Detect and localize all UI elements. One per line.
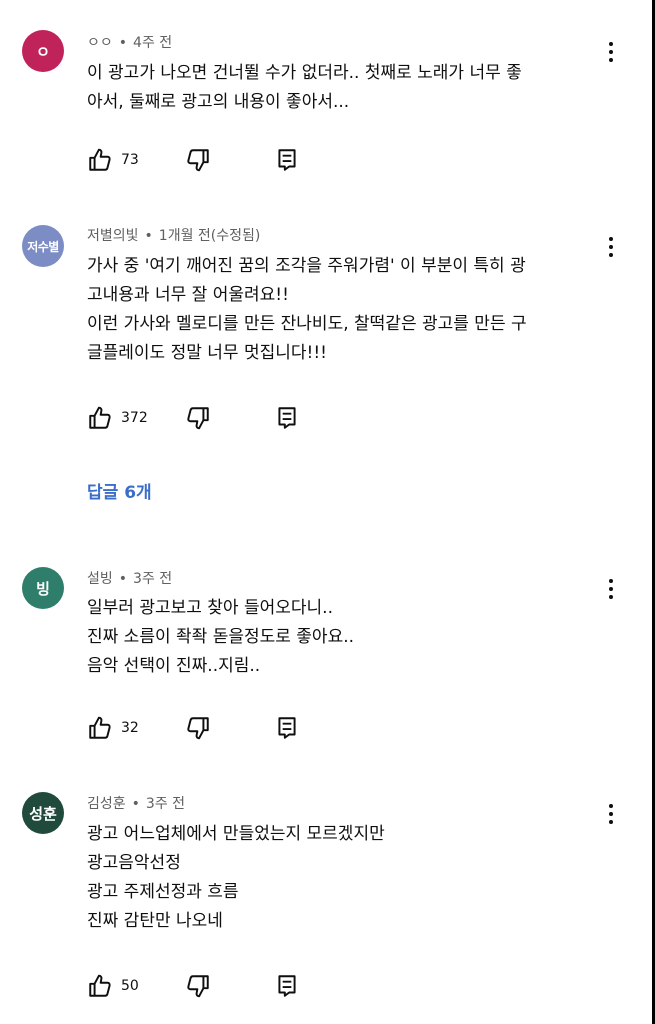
- comment-line: 일부러 광고보고 찾아 들어오다니..: [87, 598, 333, 618]
- thumb-down-icon: [187, 149, 209, 172]
- author-name[interactable]: 김성훈: [87, 796, 126, 812]
- comment-line: 가사 중 '여기 깨어진 꿈의 조각을 주워가렴' 이 부분이 특히 광: [87, 256, 526, 276]
- reply-comment-icon: [278, 975, 296, 997]
- dislike-button[interactable]: [185, 405, 211, 431]
- comment-item: 성훈 김성훈 • 3주 전 광고 어느업체에서 만들었는지 모르겠지만 광고음악선정…: [0, 792, 652, 1002]
- comment-time: 4주 전: [133, 35, 173, 51]
- like-button[interactable]: 372: [87, 405, 148, 431]
- comment-line: 이런 가사와 멜로디를 만든 잔나비도, 찰떡같은 광고를 만든 구: [87, 314, 527, 334]
- thumb-up-icon: [89, 406, 111, 429]
- comment-item: 저수별 저별의빛 • 1개월 전(수정됨) 가사 중 '여기 깨어진 꿈의 조각을 …: [0, 225, 652, 505]
- reply-comment-icon: [278, 149, 296, 171]
- like-count: 50: [121, 978, 139, 994]
- replies-toggle[interactable]: 답글 6개: [87, 478, 152, 503]
- comment-time: 1개월 전(수정됨): [158, 228, 261, 244]
- avatar[interactable]: ㅇ: [22, 30, 64, 72]
- reply-comment-icon: [278, 407, 296, 429]
- comment-actions: 50: [87, 973, 317, 999]
- comment-meta: ㅇㅇ • 4주 전: [87, 34, 172, 52]
- comment-text: 일부러 광고보고 찾아 들어오다니.. 진짜 소름이 좍좍 돋을정도로 좋아요.…: [87, 594, 607, 681]
- like-count: 73: [121, 152, 139, 168]
- comment-line: 글플레이도 정말 너무 멋집니다!!!: [87, 343, 327, 363]
- reply-comment-icon: [278, 717, 296, 739]
- comment-line: 음악 선택이 진짜..지림..: [87, 656, 261, 676]
- like-count: 372: [121, 410, 148, 426]
- dislike-button[interactable]: [185, 973, 211, 999]
- comment-actions: 32: [87, 715, 317, 741]
- comment-line: 광고 주제선정과 흐름: [87, 882, 239, 902]
- avatar[interactable]: 성훈: [22, 792, 64, 834]
- reply-button[interactable]: [276, 715, 298, 741]
- comment-meta: 설빙 • 3주 전: [87, 570, 172, 588]
- thumb-down-icon: [187, 407, 209, 430]
- meta-separator: •: [118, 35, 128, 51]
- comment-actions: 73: [87, 147, 317, 173]
- thumb-down-icon: [187, 975, 209, 998]
- comment-line: 이 광고가 나오면 건너뛸 수가 없더라.. 첫째로 노래가 너무 좋: [87, 63, 522, 83]
- reply-button[interactable]: [276, 147, 298, 173]
- reply-button[interactable]: [276, 405, 298, 431]
- thumb-up-icon: [89, 974, 111, 997]
- meta-separator: •: [144, 228, 153, 244]
- author-name[interactable]: 설빙: [87, 571, 113, 587]
- comment-time: 3주 전: [133, 571, 173, 587]
- meta-separator: •: [118, 571, 128, 587]
- comment-text: 가사 중 '여기 깨어진 꿈의 조각을 주워가렴' 이 부분이 특히 광 고내용…: [87, 252, 607, 368]
- reply-button[interactable]: [276, 973, 298, 999]
- comment-line: 아서, 둘째로 광고의 내용이 좋아서...: [87, 92, 350, 112]
- comment-item: 빙 설빙 • 3주 전 일부러 광고보고 찾아 들어오다니.. 진짜 소름이 좍좍 …: [0, 567, 652, 747]
- comment-line: 광고음악선정: [87, 853, 181, 873]
- comment-line: 진짜 소름이 좍좍 돋을정도로 좋아요..: [87, 627, 355, 647]
- author-name[interactable]: ㅇㅇ: [87, 35, 113, 51]
- comment-item: ㅇ ㅇㅇ • 4주 전 이 광고가 나오면 건너뛸 수가 없더라.. 첫째로 노래가…: [0, 30, 652, 180]
- like-button[interactable]: 50: [87, 973, 139, 999]
- comment-actions: 372: [87, 405, 317, 431]
- like-button[interactable]: 73: [87, 147, 139, 173]
- comment-line: 고내용과 너무 잘 어울려요!!: [87, 285, 289, 305]
- comment-text: 이 광고가 나오면 건너뛸 수가 없더라.. 첫째로 노래가 너무 좋 아서, …: [87, 59, 607, 117]
- comment-meta: 김성훈 • 3주 전: [87, 795, 185, 813]
- author-name[interactable]: 저별의빛: [87, 228, 139, 244]
- avatar[interactable]: 저수별: [22, 225, 64, 267]
- dislike-button[interactable]: [185, 715, 211, 741]
- comment-text: 광고 어느업체에서 만들었는지 모르겠지만 광고음악선정 광고 주제선정과 흐름…: [87, 820, 607, 936]
- thumb-up-icon: [89, 148, 111, 171]
- thumb-up-icon: [89, 716, 111, 739]
- like-count: 32: [121, 720, 139, 736]
- dislike-button[interactable]: [185, 147, 211, 173]
- like-button[interactable]: 32: [87, 715, 139, 741]
- comment-line: 광고 어느업체에서 만들었는지 모르겠지만: [87, 824, 385, 844]
- meta-separator: •: [131, 796, 140, 812]
- comment-meta: 저별의빛 • 1개월 전(수정됨): [87, 227, 260, 245]
- comment-line: 진짜 감탄만 나오네: [87, 911, 223, 931]
- comment-time: 3주 전: [145, 796, 186, 812]
- thumb-down-icon: [187, 717, 209, 740]
- avatar[interactable]: 빙: [22, 567, 64, 609]
